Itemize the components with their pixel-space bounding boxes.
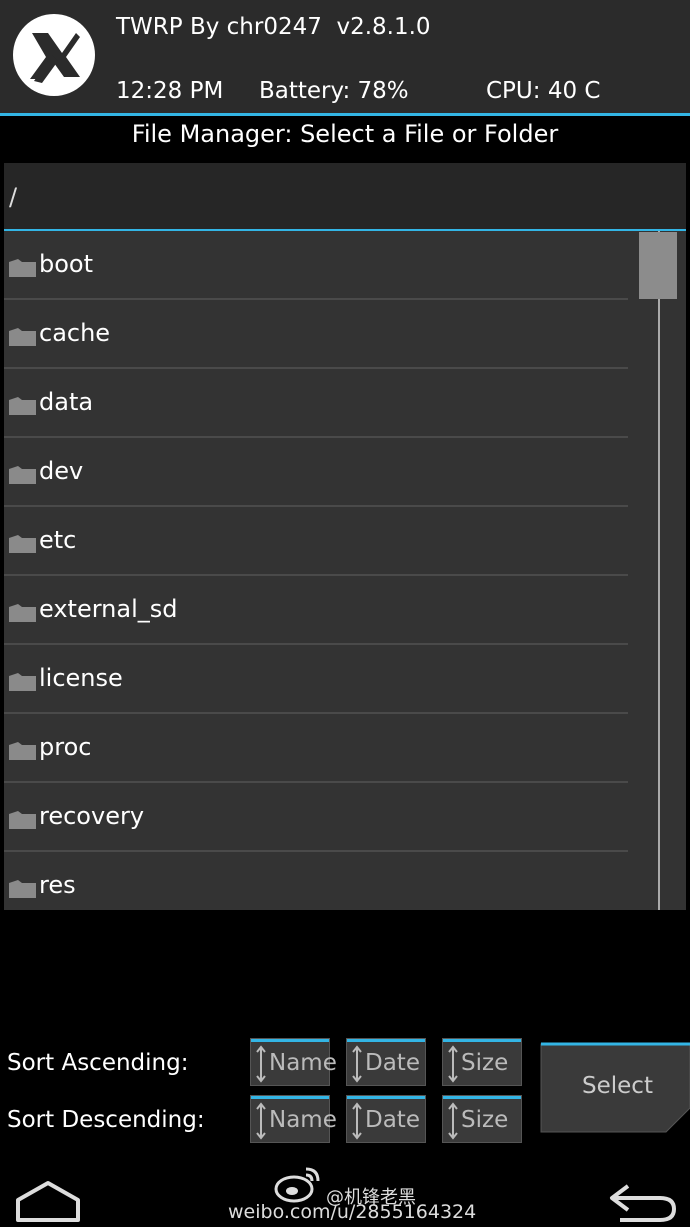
current-path-bar: /: [4, 163, 686, 229]
cpu-temp: CPU: 40 C: [486, 78, 601, 104]
folder-icon: [9, 328, 36, 346]
folder-icon: [9, 535, 36, 553]
folder-icon: [9, 397, 36, 415]
list-item[interactable]: external_sd: [4, 576, 628, 645]
sort-desc-size-button[interactable]: Size: [442, 1095, 522, 1143]
select-button-label: Select: [582, 1073, 653, 1099]
list-item-label: etc: [39, 526, 77, 554]
sort-button-label: Date: [365, 1107, 420, 1133]
folder-icon: [9, 742, 36, 760]
list-item[interactable]: proc: [4, 714, 628, 783]
header-bar: TWRP By chr0247 v2.8.1.0 12:28 PM Batter…: [0, 0, 690, 113]
weibo-logo-icon: [274, 1167, 320, 1203]
folder-icon: [9, 259, 36, 277]
header-divider: [0, 113, 690, 116]
current-path: /: [9, 183, 18, 211]
battery-status: Battery: 78%: [259, 78, 409, 104]
list-item[interactable]: recovery: [4, 783, 628, 852]
list-item-label: recovery: [39, 802, 145, 830]
list-item-label: proc: [39, 733, 92, 761]
list-item-label: external_sd: [39, 595, 178, 623]
sort-button-label: Size: [461, 1107, 509, 1133]
sort-button-label: Name: [269, 1107, 337, 1133]
list-item[interactable]: dev: [4, 438, 628, 507]
select-button[interactable]: Select: [540, 1042, 690, 1134]
clock: 12:28 PM: [116, 78, 224, 104]
sort-arrows-icon: [352, 1045, 362, 1083]
folder-icon: [9, 811, 36, 829]
back-icon[interactable]: [606, 1178, 678, 1224]
list-item[interactable]: cache: [4, 300, 628, 369]
folder-icon: [9, 880, 36, 898]
sort-desc-name-button[interactable]: Name: [250, 1095, 337, 1143]
folder-icon: [9, 673, 36, 691]
sort-asc-size-button[interactable]: Size: [442, 1038, 522, 1086]
folder-icon: [9, 466, 36, 484]
watermark-url: weibo.com/u/2855164324: [228, 1201, 477, 1223]
sort-arrows-icon: [256, 1045, 266, 1083]
list-item-label: license: [39, 664, 123, 692]
list-item-label: boot: [39, 250, 94, 278]
sort-asc-name-button[interactable]: Name: [250, 1038, 337, 1086]
page-title: File Manager: Select a File or Folder: [131, 120, 559, 148]
list-item[interactable]: etc: [4, 507, 628, 576]
sort-arrows-icon: [352, 1102, 362, 1140]
scrollbar-thumb[interactable]: [639, 232, 677, 299]
list-item-label: data: [39, 388, 94, 416]
sort-arrows-icon: [448, 1045, 458, 1083]
list-item-label: res: [39, 871, 76, 899]
list-item[interactable]: data: [4, 369, 628, 438]
list-item[interactable]: license: [4, 645, 628, 714]
file-list[interactable]: boot cache data dev etc external_sdlicense pro…: [4, 231, 686, 910]
twrp-logo-icon: [13, 14, 95, 96]
sort-descending-label: Sort Descending:: [7, 1107, 205, 1133]
folder-icon: [9, 604, 36, 622]
list-item[interactable]: boot: [4, 231, 628, 300]
sort-desc-date-button[interactable]: Date: [346, 1095, 426, 1143]
sort-asc-date-button[interactable]: Date: [346, 1038, 426, 1086]
list-item-label: cache: [39, 319, 111, 347]
sort-button-label: Size: [461, 1050, 509, 1076]
app-title: TWRP By chr0247 v2.8.1.0: [116, 14, 431, 40]
home-icon[interactable]: [14, 1178, 82, 1224]
sort-arrows-icon: [448, 1102, 458, 1140]
sort-arrows-icon: [256, 1102, 266, 1140]
scrollbar-track[interactable]: [658, 231, 660, 910]
list-item[interactable]: res: [4, 852, 628, 910]
list-item-label: dev: [39, 457, 84, 485]
sort-ascending-label: Sort Ascending:: [7, 1050, 189, 1076]
sort-button-label: Date: [365, 1050, 420, 1076]
sort-button-label: Name: [269, 1050, 337, 1076]
